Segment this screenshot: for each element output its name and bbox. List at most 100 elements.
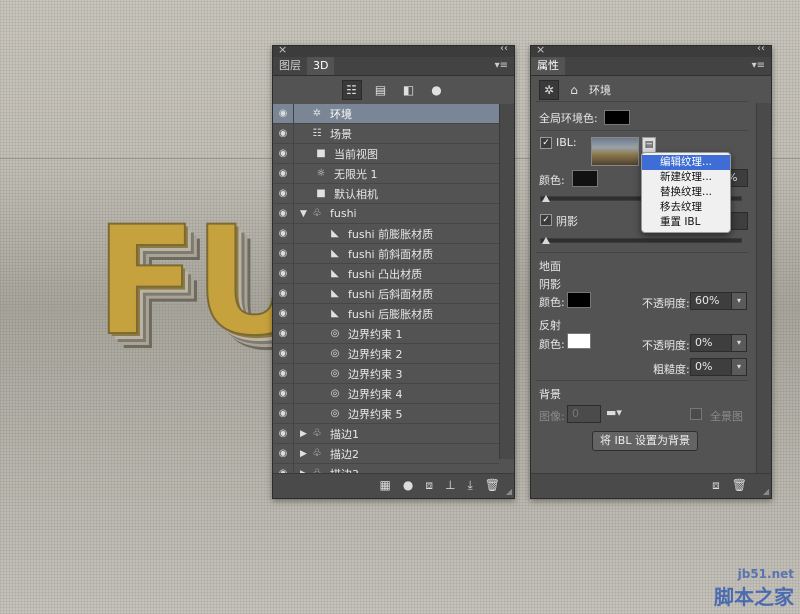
layer-row[interactable]: ◉ ■ 默认相机 xyxy=(273,184,499,204)
ground-shadow-color-swatch[interactable] xyxy=(567,292,591,308)
collapse-icon[interactable]: ‹‹ xyxy=(757,43,765,54)
shadow-softness-slider[interactable] xyxy=(540,238,742,243)
layer-row[interactable]: ◉ ◣ fushi 后斜面材质 xyxy=(273,284,499,304)
visibility-eye-icon[interactable]: ◉ xyxy=(273,164,294,183)
visibility-eye-icon[interactable]: ◉ xyxy=(273,404,294,423)
panel-menu-icon[interactable]: ▾≡ xyxy=(495,60,508,71)
visibility-eye-icon[interactable]: ◉ xyxy=(273,224,294,243)
visibility-eye-icon[interactable]: ◉ xyxy=(273,104,294,123)
layer-row[interactable]: ◉ ☼ 无限光 1 xyxy=(273,164,499,184)
visibility-eye-icon[interactable]: ◉ xyxy=(273,264,294,283)
layer-row[interactable]: ◉ ◎ 边界约束 2 xyxy=(273,344,499,364)
tab-properties[interactable]: 属性 xyxy=(531,57,565,75)
visibility-eye-icon[interactable]: ◉ xyxy=(273,324,294,343)
layer-row[interactable]: ◉ ▶ ♧ 描边2 xyxy=(273,444,499,464)
chevron-down-icon: ▾ xyxy=(731,335,746,351)
panel-titlebar[interactable]: × ‹‹ xyxy=(531,43,771,57)
mesh-filter-icon[interactable]: ▤ xyxy=(372,81,390,99)
panorama-checkbox[interactable] xyxy=(690,408,702,420)
add-to-scene-icon[interactable]: ⧈ xyxy=(712,478,720,493)
scrollbar[interactable] xyxy=(499,104,514,459)
new-mesh-icon[interactable]: ▦ xyxy=(380,478,391,493)
collapse-icon[interactable]: ‹‹ xyxy=(500,43,508,54)
collapse-arrow-icon[interactable]: ▶ xyxy=(300,429,310,439)
context-menu-item[interactable]: 编辑纹理... xyxy=(642,155,730,170)
ibl-texture-thumbnail[interactable] xyxy=(591,137,639,166)
render-icon[interactable]: ⤓ xyxy=(467,478,472,493)
set-ibl-as-background-button[interactable]: 将 IBL 设置为背景 xyxy=(592,431,698,451)
visibility-eye-icon[interactable]: ◉ xyxy=(273,184,294,203)
layer-row[interactable]: ◉ ◎ 边界约束 5 xyxy=(273,404,499,424)
watermark-brand: 脚本之家 xyxy=(714,585,794,609)
layer-row[interactable]: ◉ ◣ fushi 前斜面材质 xyxy=(273,244,499,264)
image-field[interactable]: 0 xyxy=(567,405,601,423)
roughness-dropdown[interactable]: 0% ▾ xyxy=(690,358,747,376)
environment-icon[interactable]: ✲ xyxy=(539,80,559,100)
context-menu-item[interactable]: 重置 IBL xyxy=(642,215,730,230)
slider-thumb[interactable] xyxy=(542,195,550,202)
constraint-icon: ◎ xyxy=(330,328,340,339)
ground-shadow-label: 阴影 xyxy=(539,278,561,291)
visibility-eye-icon[interactable]: ◉ xyxy=(273,424,294,443)
chevron-down-icon: ▾ xyxy=(731,293,746,309)
context-menu-item[interactable]: 新建纹理... xyxy=(642,170,730,185)
tab-layers[interactable]: 图层 xyxy=(273,57,307,75)
watermark: jb51.net 脚本之家 xyxy=(714,567,794,610)
layer-row[interactable]: ◉ ✲ 环境 xyxy=(273,104,499,124)
layer-row[interactable]: ◉ ■ 当前视图 xyxy=(273,144,499,164)
context-menu-item[interactable]: 移去纹理 xyxy=(642,200,730,215)
visibility-eye-icon[interactable]: ◉ xyxy=(273,344,294,363)
ibl-checkbox[interactable]: ✓ xyxy=(540,137,552,149)
layer-row[interactable]: ◉ ◣ fushi 前膨胀材质 xyxy=(273,224,499,244)
ibl-color-swatch[interactable] xyxy=(572,170,598,187)
visibility-eye-icon[interactable]: ◉ xyxy=(273,144,294,163)
expand-arrow-icon[interactable]: ▼ xyxy=(300,209,310,219)
panel-titlebar[interactable]: × ‹‹ xyxy=(273,43,514,57)
reflection-opacity-dropdown[interactable]: 0% ▾ xyxy=(690,334,747,352)
layer-row[interactable]: ◉ ▼ ♧ fushi xyxy=(273,204,499,224)
new-light-icon[interactable]: ● xyxy=(403,478,413,493)
slider-thumb[interactable] xyxy=(542,237,550,244)
panel-menu-icon[interactable]: ▾≡ xyxy=(752,60,765,71)
shadow-checkbox[interactable]: ✓ xyxy=(540,214,552,226)
visibility-eye-icon[interactable]: ◉ xyxy=(273,284,294,303)
reflection-color-swatch[interactable] xyxy=(567,333,591,349)
properties-title: 环境 xyxy=(589,84,611,97)
divider xyxy=(536,252,748,253)
resize-grip-icon[interactable]: ◢ xyxy=(506,487,512,496)
delete-icon[interactable]: 🗑 xyxy=(485,478,500,493)
global-ambient-swatch[interactable] xyxy=(604,110,630,125)
collapse-arrow-icon[interactable]: ▶ xyxy=(300,449,310,459)
scrollbar[interactable] xyxy=(756,103,771,474)
ground-icon[interactable]: ⊥ xyxy=(445,478,455,493)
visibility-eye-icon[interactable]: ◉ xyxy=(273,364,294,383)
ground-opacity-dropdown[interactable]: 60% ▾ xyxy=(690,292,747,310)
visibility-eye-icon[interactable]: ◉ xyxy=(273,304,294,323)
layer-row[interactable]: ◉ ◎ 边界约束 1 xyxy=(273,324,499,344)
close-icon[interactable]: × xyxy=(536,43,545,56)
scene-icon[interactable]: ⌂ xyxy=(565,81,583,99)
material-filter-icon[interactable]: ◧ xyxy=(400,81,418,99)
visibility-eye-icon[interactable]: ◉ xyxy=(273,384,294,403)
layer-row[interactable]: ◉ ◣ fushi 后膨胀材质 xyxy=(273,304,499,324)
scene-filter-icon[interactable]: ☷ xyxy=(341,80,362,100)
layer-row[interactable]: ◉ ▶ ♧ 描边1 xyxy=(273,424,499,444)
visibility-eye-icon[interactable]: ◉ xyxy=(273,124,294,143)
layer-row[interactable]: ◉ ☷ 场景 xyxy=(273,124,499,144)
layer-row[interactable]: ◉ ◣ fushi 凸出材质 xyxy=(273,264,499,284)
light-filter-icon[interactable]: ● xyxy=(428,81,446,99)
layer-row[interactable]: ◉ ◎ 边界约束 3 xyxy=(273,364,499,384)
visibility-eye-icon[interactable]: ◉ xyxy=(273,444,294,463)
folder-icon[interactable]: ▬▾ xyxy=(606,406,622,419)
panel-tabs: 属性 ▾≡ xyxy=(531,57,771,76)
resize-grip-icon[interactable]: ◢ xyxy=(763,487,769,496)
context-menu-item[interactable]: 替换纹理... xyxy=(642,185,730,200)
layer-row[interactable]: ◉ ◎ 边界约束 4 xyxy=(273,384,499,404)
delete-icon[interactable]: 🗑 xyxy=(732,478,747,493)
texture-menu-icon[interactable]: ▤ xyxy=(642,137,656,153)
close-icon[interactable]: × xyxy=(278,43,287,56)
tab-3d[interactable]: 3D xyxy=(307,57,335,75)
visibility-eye-icon[interactable]: ◉ xyxy=(273,204,294,223)
visibility-eye-icon[interactable]: ◉ xyxy=(273,244,294,263)
add-to-scene-icon[interactable]: ⧈ xyxy=(425,478,433,493)
